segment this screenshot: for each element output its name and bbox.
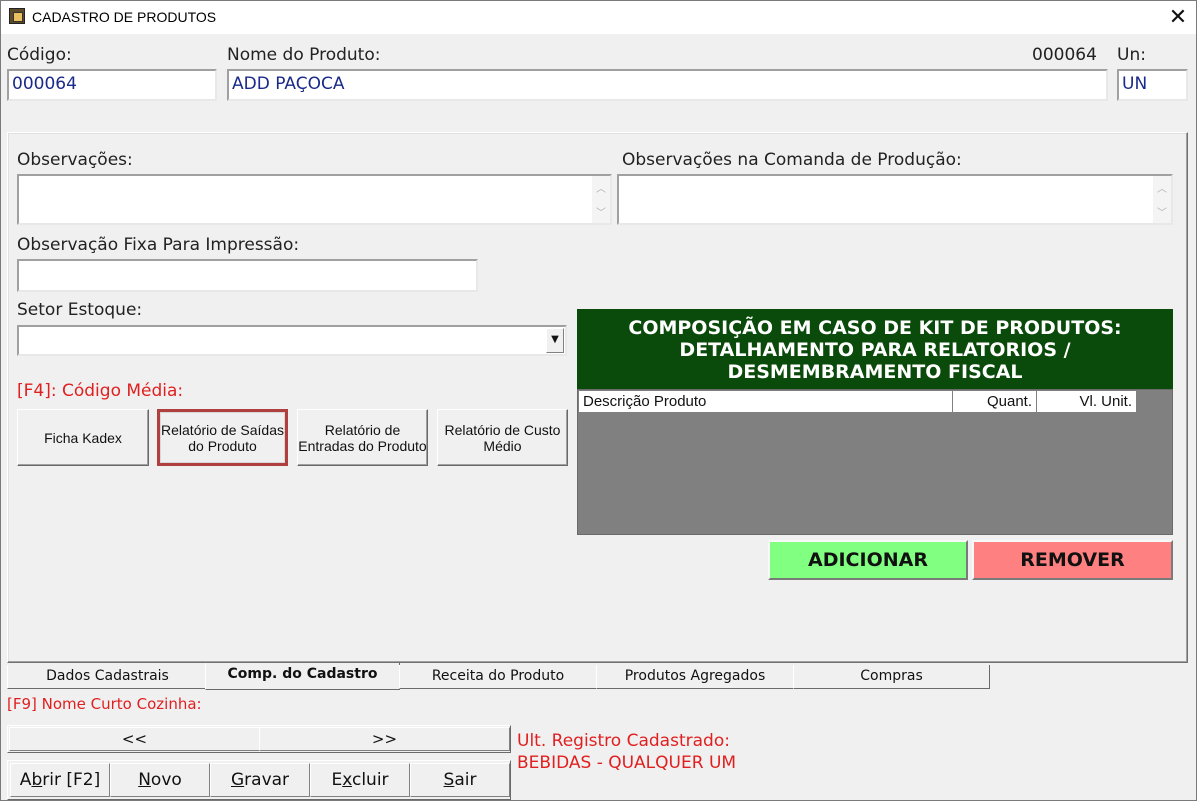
action-bar: Abrir [F2] Novo Gravar Excluir Sair [7,760,511,800]
tab-produtos-agregados[interactable]: Produtos Agregados [596,665,794,689]
scroll-down-icon[interactable]: ﹀ [1157,204,1167,219]
abrir-label-post: rir [F2] [42,770,101,790]
ult-registro-value: BEBIDAS - QUALQUER UM [517,753,737,773]
sair-button[interactable]: Sair [410,763,510,797]
excluir-button[interactable]: Excluir [310,763,410,797]
scroll-down-icon[interactable]: ﹀ [596,204,606,219]
relatorio-custo-medio-button[interactable]: Relatório de Custo Médio [437,409,568,466]
excluir-hotkey: x [342,770,352,790]
cadastro-window: CADASTRO DE PRODUTOS ✕ Código: 000064 No… [0,0,1197,801]
excluir-label-post: cluir [351,770,389,790]
observacoes-field[interactable]: ︿ ﹀ [17,174,612,225]
sair-label-post: air [454,770,477,790]
previous-record-button[interactable]: << [9,727,260,751]
kit-composition-grid[interactable]: Descrição Produto Quant. Vl. Unit. [577,389,1173,535]
novo-label-post: ovo [150,770,182,790]
app-icon [9,8,25,24]
code-display: 000064 [1032,45,1097,65]
ult-registro-label: Ult. Registro Cadastrado: [517,731,730,751]
gravar-label-post: ravar [244,770,290,790]
column-header-quant[interactable]: Quant. [953,391,1037,413]
abrir-label-pre: A [19,770,32,790]
relatorio-entradas-button[interactable]: Relatório de Entradas do Produto [297,409,428,466]
tab-dados-cadastrais[interactable]: Dados Cadastrais [7,665,208,689]
tab-comp-cadastro[interactable]: Comp. do Cadastro [205,663,400,690]
codigo-label: Código: [7,45,72,65]
f9-nome-curto-label: [F9] Nome Curto Cozinha: [7,695,202,713]
sair-hotkey: S [443,770,455,790]
adicionar-button[interactable]: ADICIONAR [768,540,968,580]
relatorio-saidas-button[interactable]: Relatório de Saídas do Produto [157,409,288,466]
nome-produto-label: Nome do Produto: [227,45,381,65]
navigation-bar: << >> [7,725,511,753]
scroll-up-icon[interactable]: ︿ [596,180,606,195]
excluir-label-pre: E [331,770,343,790]
un-field[interactable]: UN [1117,69,1188,101]
codigo-field[interactable]: 000064 [7,69,217,101]
kit-composition-header: COMPOSIÇÃO EM CASO DE KIT DE PRODUTOS: D… [577,309,1173,389]
observacoes-label: Observações: [17,150,133,170]
kit-header-line: COMPOSIÇÃO EM CASO DE KIT DE PRODUTOS: [628,317,1122,339]
tab-receita-produto[interactable]: Receita do Produto [399,665,597,689]
window-title: CADASTRO DE PRODUTOS [32,9,217,25]
gravar-button[interactable]: Gravar [210,763,310,797]
next-record-button[interactable]: >> [259,727,510,751]
tab-compras[interactable]: Compras [793,665,990,689]
obs-comanda-field[interactable]: ︿ ﹀ [617,174,1173,225]
setor-estoque-select[interactable]: ▼ [17,325,567,356]
remover-button[interactable]: REMOVER [972,540,1173,580]
setor-estoque-label: Setor Estoque: [17,300,143,320]
ficha-kadex-button[interactable]: Ficha Kadex [17,409,149,466]
kit-header-line: DETALHAMENTO PARA RELATORIOS / [679,339,1071,361]
obs-comanda-scrollbar[interactable]: ︿ ﹀ [1153,176,1171,223]
chevron-down-icon[interactable]: ▼ [546,328,564,353]
nome-produto-field[interactable]: ADD PAÇOCA [227,69,1108,101]
column-header-descricao[interactable]: Descrição Produto [579,391,953,413]
novo-button[interactable]: Novo [110,763,210,797]
obs-comanda-label: Observações na Comanda de Produção: [622,150,962,170]
close-icon[interactable]: ✕ [1161,1,1195,34]
scroll-up-icon[interactable]: ︿ [1157,180,1167,195]
observacoes-scrollbar[interactable]: ︿ ﹀ [592,176,610,223]
abrir-button[interactable]: Abrir [F2] [10,763,110,797]
kit-header-line: DESMEMBRAMENTO FISCAL [727,361,1023,383]
title-bar: CADASTRO DE PRODUTOS ✕ [1,1,1196,34]
gravar-hotkey: G [230,770,245,790]
column-header-vl-unit[interactable]: Vl. Unit. [1037,391,1137,413]
un-label: Un: [1117,45,1146,65]
abrir-hotkey: b [31,770,43,790]
obs-fixa-field[interactable] [17,259,478,292]
novo-hotkey: N [138,770,151,790]
obs-fixa-label: Observação Fixa Para Impressão: [17,235,300,255]
f4-codigo-media-label: [F4]: Código Média: [17,381,184,401]
